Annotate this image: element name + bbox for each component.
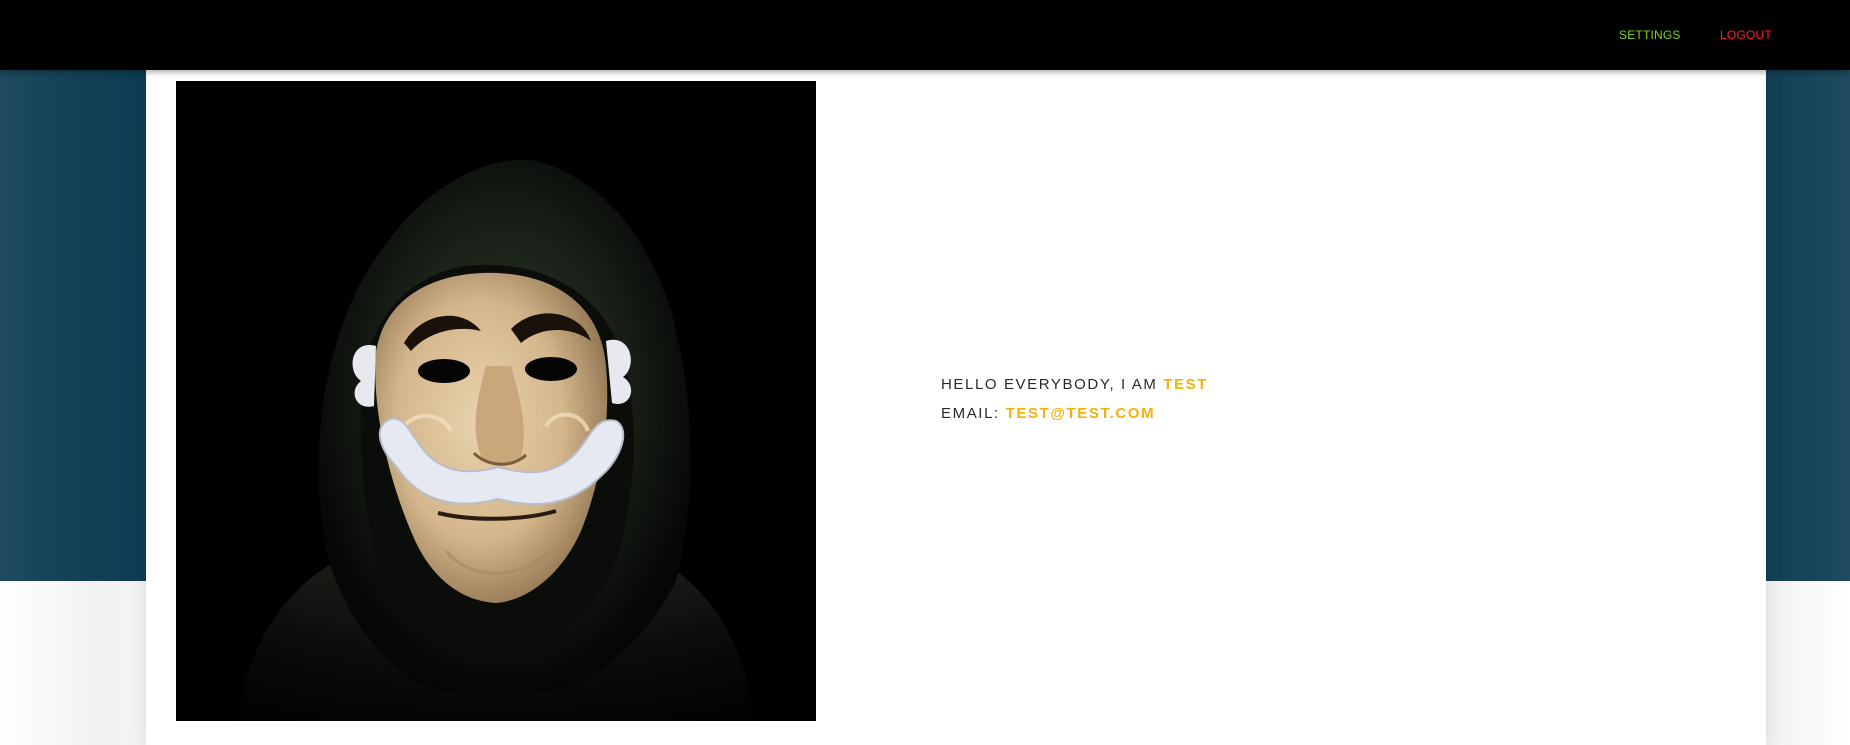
profile-card: HELLO EVERYBODY, I AM TEST EMAIL: TEST@T… bbox=[146, 70, 1766, 745]
email-label: EMAIL: bbox=[941, 405, 1000, 422]
email-line: EMAIL: TEST@TEST.COM bbox=[941, 399, 1208, 428]
profile-photo bbox=[176, 81, 816, 721]
user-name: TEST bbox=[1163, 376, 1208, 393]
user-email: TEST@TEST.COM bbox=[1005, 405, 1156, 422]
masked-figure-image bbox=[176, 81, 816, 721]
profile-info: HELLO EVERYBODY, I AM TEST EMAIL: TEST@T… bbox=[941, 370, 1208, 428]
greeting-line: HELLO EVERYBODY, I AM TEST bbox=[941, 370, 1208, 399]
greeting-text: HELLO EVERYBODY, I AM bbox=[941, 376, 1158, 393]
logout-link[interactable]: LOGOUT bbox=[1720, 28, 1772, 42]
top-navbar: SETTINGS LOGOUT bbox=[0, 0, 1850, 70]
settings-link[interactable]: SETTINGS bbox=[1619, 28, 1681, 42]
